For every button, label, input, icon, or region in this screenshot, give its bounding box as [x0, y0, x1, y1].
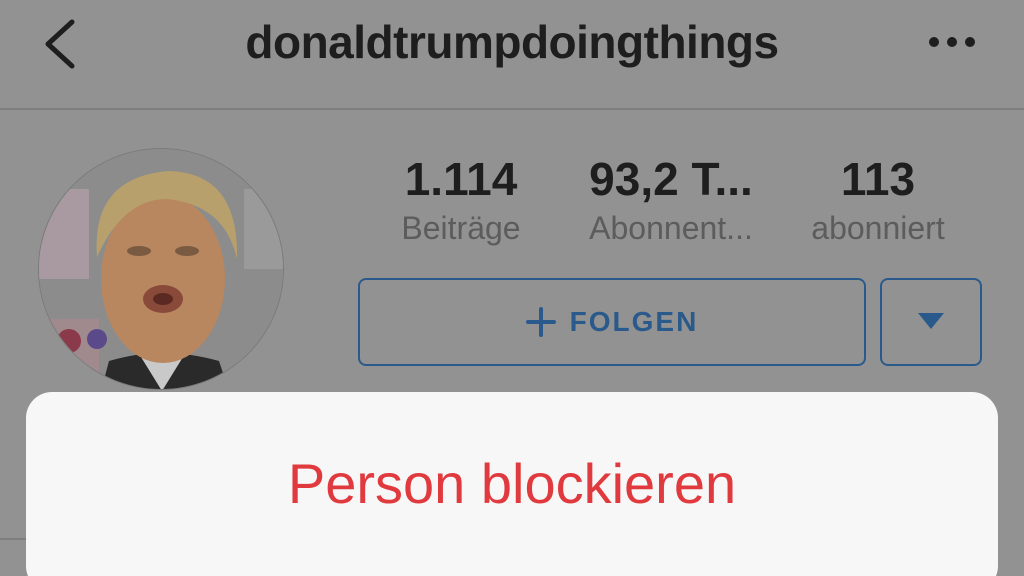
- stat-posts-label: Beiträge: [401, 210, 521, 246]
- follow-button-label: FOLGEN: [569, 306, 699, 337]
- back-button[interactable]: [30, 14, 90, 74]
- stat-followers-label: Abonnent...: [589, 210, 753, 246]
- avatar[interactable]: [38, 148, 284, 390]
- chevron-left-icon: [45, 19, 75, 69]
- block-person-action[interactable]: Person blockieren: [26, 392, 998, 576]
- stat-posts[interactable]: 1.114 Beiträge: [386, 150, 536, 248]
- profile-username-title: donaldtrumpdoingthings: [245, 16, 779, 68]
- stat-following-label: abonniert: [811, 210, 945, 246]
- stat-posts-value: 1.114: [404, 153, 518, 205]
- stat-following[interactable]: 113 abonniert: [790, 150, 966, 248]
- follow-button[interactable]: FOLGEN: [358, 278, 866, 366]
- stat-followers[interactable]: 93,2 T... Abonnent...: [566, 150, 776, 248]
- more-options-button[interactable]: [922, 22, 982, 62]
- triangle-down-icon: [918, 313, 944, 329]
- block-person-label: Person blockieren: [287, 452, 737, 515]
- suggestions-dropdown-button[interactable]: [880, 278, 982, 366]
- profile-photo: [39, 149, 283, 389]
- stat-followers-value: 93,2 T...: [589, 153, 753, 205]
- more-horizontal-icon: [929, 37, 975, 47]
- action-sheet: Person blockieren: [26, 392, 998, 576]
- stat-following-value: 113: [840, 153, 916, 205]
- navigation-bar: donaldtrumpdoingthings: [0, 0, 1024, 110]
- plus-icon: [525, 307, 556, 337]
